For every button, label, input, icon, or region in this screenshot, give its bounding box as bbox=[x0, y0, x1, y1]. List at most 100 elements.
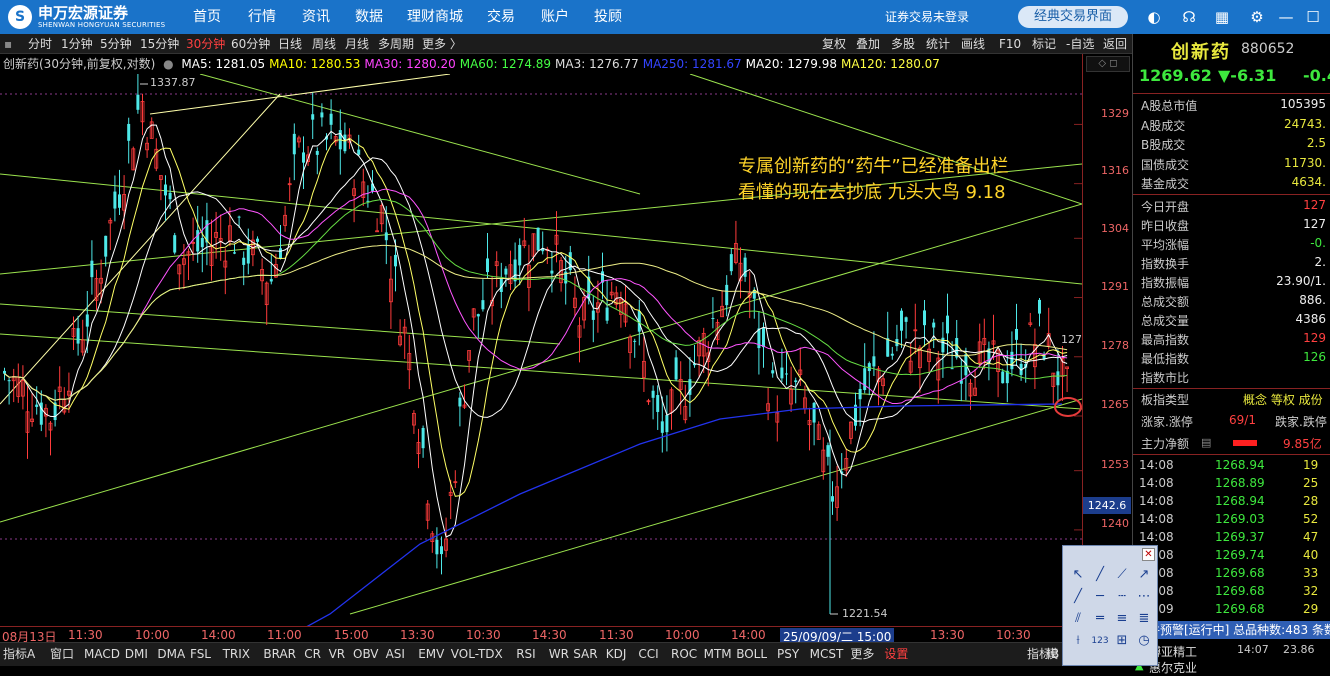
toolbar-fuquan[interactable]: 复权 bbox=[822, 34, 846, 54]
period-tool-icon[interactable]: ⟊ bbox=[1069, 632, 1087, 650]
nav-wealth-mall[interactable]: 理财商城 bbox=[402, 0, 468, 34]
mainflow-bar bbox=[1233, 440, 1257, 446]
indicator-tab[interactable]: TRIX bbox=[223, 643, 250, 666]
indicator-tab[interactable]: BOLL bbox=[736, 643, 767, 666]
maximize-icon[interactable]: ☐ bbox=[1304, 8, 1322, 26]
indicator-tab[interactable]: EMV bbox=[418, 643, 444, 666]
kline-svg[interactable]: 1337.87 1221.54 专属创新药的“药牛”已经准备出栏 看懂的现在去抄… bbox=[0, 71, 1150, 676]
indicator-tab[interactable]: KDJ bbox=[606, 643, 627, 666]
ray-tool-icon[interactable]: ⟋ bbox=[1113, 566, 1131, 584]
indicator-tab[interactable]: FSL bbox=[190, 643, 211, 666]
nav-data[interactable]: 数据 bbox=[347, 0, 391, 34]
login-status[interactable]: 证券交易未登录 bbox=[885, 0, 969, 34]
toggle-icon[interactable]: ◐ bbox=[1145, 8, 1163, 26]
classic-trade-button[interactable]: 经典交易界面 bbox=[1018, 6, 1128, 28]
numbering-tool-icon[interactable]: 123 bbox=[1091, 632, 1109, 650]
box-tool-icon[interactable]: ⊞ bbox=[1113, 632, 1131, 650]
indicator-tab[interactable]: ASI bbox=[386, 643, 405, 666]
brand-logo[interactable]: S 申万宏源证券 SHENWAN HONGYUAN SECURITIES bbox=[8, 4, 165, 30]
indicator-tab[interactable]: ROC bbox=[671, 643, 697, 666]
indicator-tab[interactable]: CR bbox=[304, 643, 321, 666]
period-more[interactable]: 更多 〉 bbox=[422, 34, 462, 54]
period-5min[interactable]: 5分钟 bbox=[100, 34, 132, 54]
period-intraday[interactable]: 分时 bbox=[28, 34, 52, 54]
indicator-tab[interactable]: OBV bbox=[353, 643, 379, 666]
indicator-tab[interactable]: BRAR bbox=[263, 643, 296, 666]
hline-tool-icon[interactable]: ─ bbox=[1091, 588, 1109, 606]
candle-body bbox=[343, 134, 347, 152]
indicator-tab[interactable]: CCI bbox=[638, 643, 658, 666]
headset-icon[interactable]: ☊ bbox=[1180, 8, 1198, 26]
gear-icon[interactable]: ⚙ bbox=[1248, 8, 1266, 26]
indicator-tab[interactable]: 指标A bbox=[3, 643, 35, 666]
indicator-tab[interactable]: 窗口 bbox=[50, 643, 74, 666]
nav-news[interactable]: 资讯 bbox=[294, 0, 338, 34]
toolbar-back[interactable]: 返回 bbox=[1103, 34, 1127, 54]
ma-legend-item: MA60: 1274.89 bbox=[459, 57, 552, 71]
indicator-tab[interactable]: MTM bbox=[704, 643, 732, 666]
channel-tool-icon[interactable]: ═ bbox=[1091, 610, 1109, 628]
indicator-tab[interactable]: WR bbox=[549, 643, 569, 666]
period-15min[interactable]: 15分钟 bbox=[140, 34, 179, 54]
top-navigation-bar: S 申万宏源证券 SHENWAN HONGYUAN SECURITIES 首页 … bbox=[0, 0, 1330, 34]
candle-body bbox=[233, 252, 236, 254]
candle-body bbox=[932, 322, 936, 328]
arrow-tool-icon[interactable]: ↗ bbox=[1135, 566, 1153, 584]
indicator-tab[interactable]: RSI bbox=[516, 643, 536, 666]
axis-scroll-control[interactable]: ◇ ◻ bbox=[1086, 56, 1130, 72]
indicator-tab[interactable]: VR bbox=[329, 643, 346, 666]
toolbar-draw[interactable]: 画线 bbox=[961, 34, 985, 54]
candle-body bbox=[476, 314, 480, 317]
indicator-tab[interactable]: DMA bbox=[157, 643, 185, 666]
indicator-tab[interactable]: MCST bbox=[810, 643, 844, 666]
list-icon[interactable]: ▤ bbox=[1201, 436, 1211, 449]
close-icon[interactable]: ✕ bbox=[1142, 548, 1155, 561]
toolbar-overlay[interactable]: 叠加 bbox=[856, 34, 880, 54]
nav-quotes[interactable]: 行情 bbox=[240, 0, 284, 34]
period-weekly[interactable]: 周线 bbox=[312, 34, 336, 54]
indicator-tab-right[interactable]: 模 bbox=[1046, 643, 1058, 666]
candle-body bbox=[168, 192, 172, 200]
toolbar-statistics[interactable]: 统计 bbox=[926, 34, 950, 54]
nav-home[interactable]: 首页 bbox=[185, 0, 229, 34]
candle-body bbox=[173, 235, 177, 253]
period-monthly[interactable]: 月线 bbox=[345, 34, 369, 54]
period-60min[interactable]: 60分钟 bbox=[231, 34, 270, 54]
indicator-tab[interactable]: MACD bbox=[84, 643, 120, 666]
toolbar-self-select[interactable]: -自选 bbox=[1066, 34, 1094, 54]
toolbar-handle-icon[interactable]: ▪ bbox=[4, 34, 12, 54]
nav-advisor[interactable]: 投顾 bbox=[586, 0, 630, 34]
cursor-tool-icon[interactable]: ↖ bbox=[1069, 566, 1087, 584]
indicator-tab[interactable]: SAR bbox=[573, 643, 597, 666]
kline-chart[interactable]: 1337.87 1221.54 专属创新药的“药牛”已经准备出栏 看懂的现在去抄… bbox=[0, 71, 1150, 676]
toolbar-f10[interactable]: F10 bbox=[999, 34, 1021, 54]
minimize-icon[interactable]: — bbox=[1277, 8, 1295, 26]
dots-tool-icon[interactable]: ⋯ bbox=[1135, 588, 1153, 606]
line-tool-icon[interactable]: ╱ bbox=[1091, 566, 1109, 584]
indicator-tab[interactable]: DMI bbox=[125, 643, 148, 666]
clock-tool-icon[interactable]: ◷ bbox=[1135, 632, 1153, 650]
dash-tool-icon[interactable]: ┄ bbox=[1113, 588, 1131, 606]
gann-tool-icon[interactable]: ≣ bbox=[1135, 610, 1153, 628]
settings-dot-icon[interactable]: ● bbox=[163, 57, 173, 71]
candle-body bbox=[242, 257, 246, 265]
indicator-tab[interactable]: 更多 bbox=[850, 643, 874, 666]
indicator-tab[interactable]: VOL-TDX bbox=[451, 643, 503, 666]
nav-trade[interactable]: 交易 bbox=[479, 0, 523, 34]
indicator-tab[interactable]: PSY bbox=[777, 643, 799, 666]
toolbar-mark[interactable]: 标记 bbox=[1032, 34, 1056, 54]
grid-icon[interactable]: ▦ bbox=[1213, 8, 1231, 26]
segment-tool-icon[interactable]: ╱ bbox=[1069, 588, 1087, 606]
toolbar-multi-stock[interactable]: 多股 bbox=[891, 34, 915, 54]
period-30min[interactable]: 30分钟 bbox=[186, 34, 225, 54]
nav-account[interactable]: 账户 bbox=[533, 0, 577, 34]
indicator-tab[interactable]: 设置 bbox=[884, 643, 908, 666]
condition-alert-bar[interactable]: 条件预警[运行中] 总品种数:483 条数 bbox=[1132, 621, 1330, 639]
fib-tool-icon[interactable]: ≡ bbox=[1113, 610, 1131, 628]
parallel-tool-icon[interactable]: ⫽ bbox=[1069, 610, 1087, 628]
period-multi[interactable]: 多周期 bbox=[378, 34, 414, 54]
tick-vol: 29 bbox=[1303, 602, 1319, 616]
period-daily[interactable]: 日线 bbox=[278, 34, 302, 54]
ma-legend-item: MA3: 1276.77 bbox=[555, 57, 639, 71]
period-1min[interactable]: 1分钟 bbox=[61, 34, 93, 54]
